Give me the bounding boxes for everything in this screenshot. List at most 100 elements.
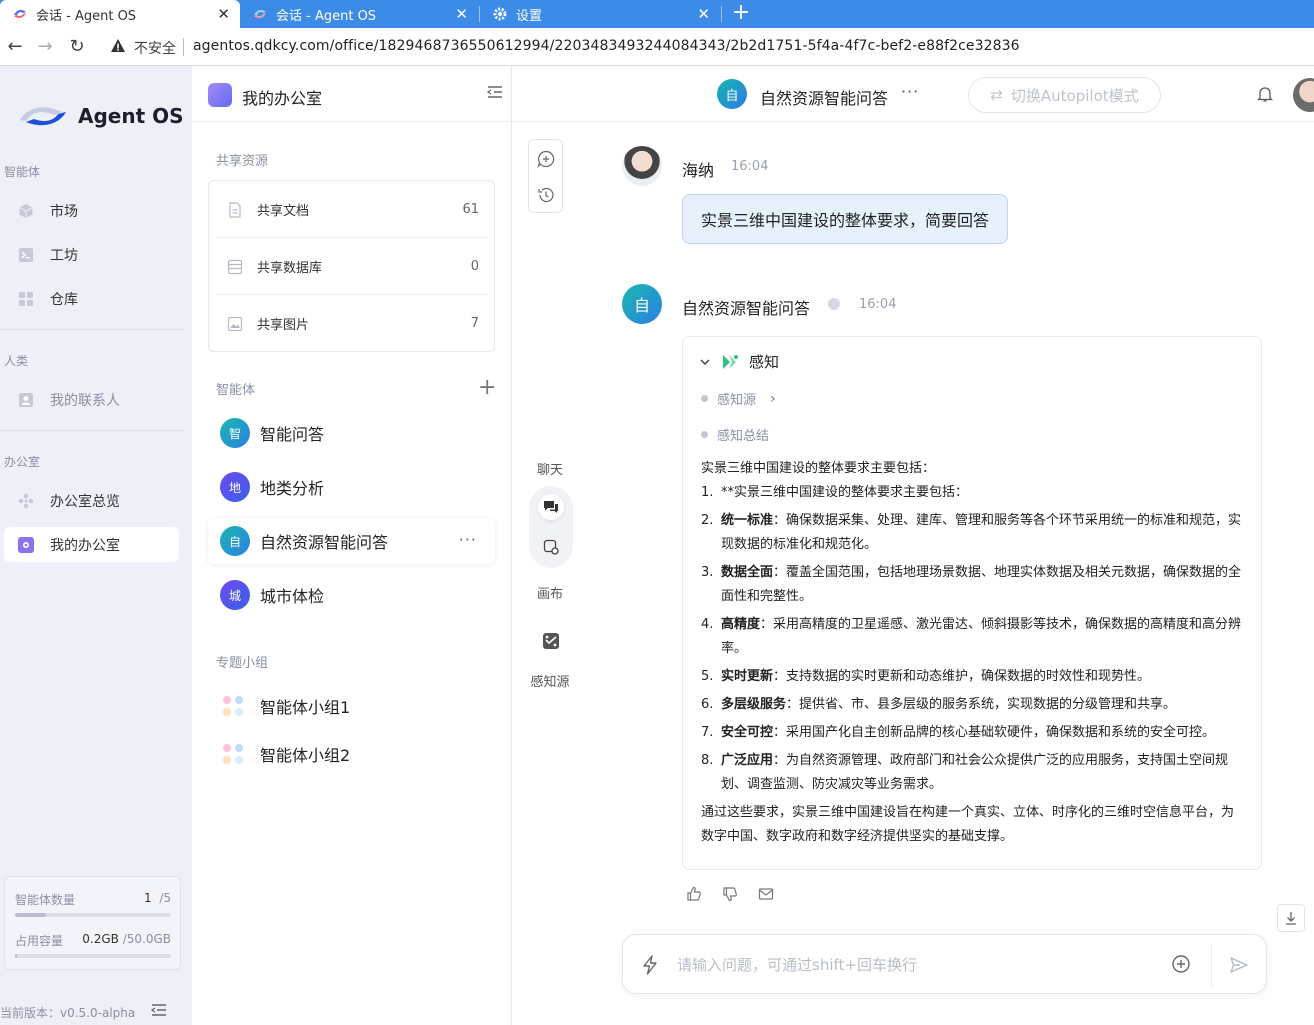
new-chat-icon[interactable] [537,150,555,168]
agent-count-progress [15,913,171,917]
add-attachment-icon[interactable] [1171,954,1191,974]
reload-icon[interactable]: ↻ [66,36,88,58]
chat-input[interactable] [677,952,1157,978]
perception-icon [723,354,738,369]
terminal-icon [19,247,33,262]
browser-tab-1[interactable]: 会话 - Agent OS ✕ [0,0,240,28]
sidebar-item-contacts[interactable]: 我的联系人 [4,382,179,417]
swap-icon: ⇄ [990,86,1003,104]
sidebar-item-my-office[interactable]: 我的办公室 [4,527,179,562]
group-name: 智能体小组1 [260,698,351,717]
tab-title: 设置 [516,8,543,24]
rail-sources-label: 感知源 [530,675,570,690]
thumbs-down-icon[interactable] [722,886,738,902]
image-icon [227,316,243,331]
resource-shared-database[interactable]: 共享数据库 0 [217,238,487,295]
storage-label: 占用容量 [15,934,64,948]
sources-icon [543,633,559,649]
chevron-down-icon [700,358,710,365]
database-table-icon [227,259,243,274]
tab-separator [721,6,722,22]
group-item[interactable]: 智能体小组2 [220,741,350,767]
new-tab-button[interactable]: + [728,0,754,28]
divider [0,329,184,330]
storage-value: 0.2GB /50.0GB [82,932,171,946]
perception-source-item[interactable]: 感知源 › [701,389,776,408]
user-message-time: 16:04 [731,159,769,174]
status-indicator [828,298,840,310]
collapse-sidebar-icon[interactable] [150,1002,168,1018]
answer-body: 实景三维中国建设的整体要求主要包括： 1. **实景三维中国建设的整体要求主要包括… [701,457,1245,849]
document-icon [229,201,241,218]
resource-label: 共享数据库 [257,261,323,276]
office-icon [208,83,232,107]
panel-title: 我的办公室 [242,89,323,108]
perception-toggle[interactable]: 感知 [699,351,779,372]
autopilot-label: 切换Autopilot模式 [1010,86,1139,105]
feedback-bar [686,886,774,902]
chat-mode-button[interactable] [538,494,564,520]
user-avatar[interactable] [1293,78,1314,112]
sidebar-item-market[interactable]: 市场 [4,193,179,228]
autopilot-toggle-button[interactable]: ⇄ 切换Autopilot模式 [968,77,1161,113]
more-options-button[interactable]: ··· [901,82,919,101]
sidebar-item-label: 办公室总览 [50,493,120,510]
bell-icon[interactable] [1257,85,1273,103]
close-icon[interactable]: ✕ [455,5,468,23]
brand[interactable]: Agent OS [18,102,184,130]
answer-point: 4. 高精度：采用高精度的卫星遥感、激光雷达、倾斜摄影等技术，确保数据的高精度和高… [701,617,1242,656]
divider [0,430,184,431]
more-options-button[interactable]: ··· [459,530,477,549]
browser-tab-3[interactable]: 设置 ✕ [480,0,720,28]
browser-tab-2[interactable]: 会话 - Agent OS ✕ [240,0,478,28]
section-agents: 智能体 [216,383,256,398]
section-groups: 专题小组 [216,656,269,671]
canvas-icon [543,539,559,555]
canvas-mode-button[interactable] [538,534,564,560]
storage-row: 占用容量 0.2GB /50.0GB [15,932,171,949]
group-item[interactable]: 智能体小组1 [220,693,350,719]
sidebar-item-workshop[interactable]: 工坊 [4,237,179,272]
perception-summary-item[interactable]: 感知总结 [701,425,769,444]
agent-os-logo [20,107,66,126]
mail-icon[interactable] [758,886,774,902]
tab-title: 会话 - Agent OS [276,8,377,24]
download-arrow-icon [1286,912,1296,925]
back-arrow-icon[interactable]: ← [4,36,26,58]
office-panel: 我的办公室 共享资源 共享文档 61 共享数据库 0 共享图片 7 智能体 + … [192,66,512,1025]
warning-icon[interactable] [110,38,126,54]
sources-mode-button[interactable] [538,628,564,654]
sidebar-item-warehouse[interactable]: 仓库 [4,281,179,316]
url-text[interactable]: agentos.qdkcy.com/office/182946873655061… [193,38,1020,54]
resource-label: 共享图片 [257,318,310,333]
bullet-dot [701,395,708,402]
close-icon[interactable]: ✕ [697,5,710,23]
sidebar-item-label: 仓库 [50,291,78,308]
agent-name: 智能问答 [260,425,325,444]
resource-shared-images[interactable]: 共享图片 7 [217,295,487,352]
agent-item[interactable]: 智 智能问答 [208,410,495,456]
agent-item[interactable]: 城 城市体检 [208,572,495,618]
gear-icon [493,7,507,21]
thumbs-up-icon[interactable] [686,886,702,902]
agent-item[interactable]: 地 地类分析 [208,464,495,510]
send-icon[interactable] [1229,955,1249,975]
lightning-icon[interactable] [641,955,659,975]
forward-arrow-icon[interactable]: → [34,36,56,58]
scroll-to-bottom-button[interactable] [1277,904,1305,932]
close-icon[interactable]: ✕ [217,5,230,23]
tab-title: 会话 - Agent OS [36,8,137,24]
add-agent-button[interactable]: + [478,377,496,399]
resource-shared-docs[interactable]: 共享文档 61 [217,181,487,238]
chat-header: 自 自然资源智能问答 ··· ⇄ 切换Autopilot模式 [512,66,1314,122]
market-icon [19,203,33,218]
history-icon[interactable] [537,186,555,204]
answer-point: 1. **实景三维中国建设的整体要求主要包括： [701,485,969,500]
security-label[interactable]: 不安全 [134,38,176,58]
menu-fold-icon[interactable] [486,84,504,100]
sidebar-item-office-overview[interactable]: 办公室总览 [4,483,179,518]
group-icon [223,744,243,764]
bot-message-avatar: 自 [622,284,662,324]
section-humans: 人类 [4,354,29,368]
agent-item-active[interactable]: 自 自然资源智能问答 ··· [208,518,495,564]
